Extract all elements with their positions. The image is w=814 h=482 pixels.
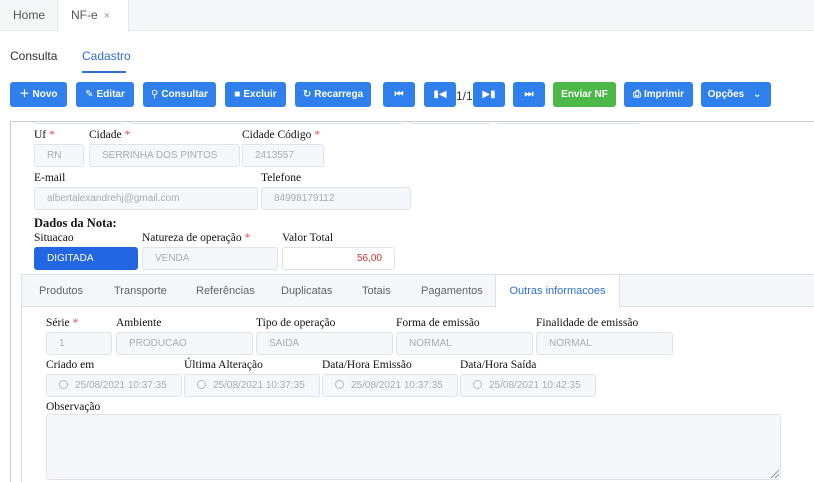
situacao-label: Situacao <box>34 232 74 244</box>
forma-emissao-field[interactable]: NORMAL <box>396 332 533 355</box>
options-button-label: Opções <box>707 89 745 100</box>
scrolled-field-edge <box>495 122 641 124</box>
cidade-label: Cidade * <box>89 129 131 141</box>
ultima-alteracao-value: 25/08/2021 10:37:35 <box>213 380 305 391</box>
detail-tab-strip: Produtos Transporte Referências Duplicat… <box>22 275 814 308</box>
situacao-field[interactable]: DIGITADA <box>34 247 138 270</box>
data-emissao-label: Data/Hora Emissão <box>322 359 412 371</box>
ultima-alteracao-field[interactable]: 25/08/2021 10:37:35 <box>184 374 320 397</box>
print-button[interactable]: ⎙ Imprimir <box>624 82 693 107</box>
data-saida-field[interactable]: 25/08/2021 10:42:35 <box>460 374 596 397</box>
subtab-cadastro[interactable]: Cadastro <box>82 49 131 63</box>
criado-em-value: 25/08/2021 10:37:35 <box>75 380 167 391</box>
tab-pagamentos[interactable]: Pagamentos <box>421 275 483 307</box>
tab-referencias[interactable]: Referências <box>196 275 255 307</box>
resize-handle-icon[interactable] <box>771 470 779 478</box>
tab-transporte[interactable]: Transporte <box>114 275 167 307</box>
tipo-operacao-label: Tipo de operação <box>256 317 336 329</box>
natureza-field[interactable]: VENDA <box>142 247 278 270</box>
serie-label: Série * <box>46 317 79 329</box>
observacao-label: Observação <box>46 401 101 413</box>
top-tab-bar: Home NF-e × <box>0 0 814 32</box>
observacao-textarea[interactable] <box>46 414 781 480</box>
reload-button[interactable]: ↻ Recarrega <box>295 82 371 107</box>
valor-total-label: Valor Total <box>282 232 334 244</box>
pager-indicator: 1/1 <box>456 89 473 103</box>
telefone-label: Telefone <box>261 172 302 184</box>
edit-button-label: Editar <box>96 89 125 100</box>
uf-field[interactable]: RN <box>34 144 84 167</box>
prev-page-button[interactable]: ▮◀ <box>424 82 456 107</box>
ultima-alteracao-label: Última Alteração <box>184 359 263 371</box>
criado-em-field[interactable]: 25/08/2021 10:37:35 <box>46 374 182 397</box>
subtabs: Consulta Cadastro <box>0 31 814 73</box>
scrolled-field-edge <box>129 122 405 124</box>
tab-nfe-label: NF-e <box>71 8 98 22</box>
valor-total-field[interactable]: 56,00 <box>282 247 395 270</box>
criado-em-label: Criado em <box>46 359 95 371</box>
clock-icon <box>473 380 482 389</box>
data-saida-label: Data/Hora Saída <box>460 359 537 371</box>
next-page-icon: ▶▮ <box>482 89 496 100</box>
natureza-label: Natureza de operação * <box>142 232 251 244</box>
trash-icon: ■ <box>234 89 241 100</box>
edit-button[interactable]: ✎ Editar <box>76 82 134 107</box>
printer-icon: ⎙ <box>632 89 641 100</box>
scrolled-field-edge <box>409 122 491 124</box>
last-page-button[interactable]: ⏭ <box>513 82 545 107</box>
data-emissao-value: 25/08/2021 10:37:35 <box>351 380 443 391</box>
first-page-icon: ⏮ <box>394 89 404 100</box>
form-panel: Uf * RN Cidade * SERRINHA DOS PINTOS Cidad… <box>10 121 814 482</box>
clock-icon <box>335 380 344 389</box>
delete-button[interactable]: ■ Excluir <box>225 82 286 107</box>
data-emissao-field[interactable]: 25/08/2021 10:37:35 <box>322 374 458 397</box>
uf-label: Uf * <box>34 129 55 141</box>
tab-duplicatas[interactable]: Duplicatas <box>281 275 332 307</box>
search-icon: ⚲ <box>151 89 159 100</box>
tab-home[interactable]: Home <box>0 0 57 31</box>
tab-outras-informacoes[interactable]: Outras informacoes <box>495 275 620 308</box>
telefone-field[interactable]: 84998179112 <box>261 187 411 210</box>
email-field[interactable]: albertalexandrehj@gmail.com <box>34 187 258 210</box>
email-label: E-mail <box>34 172 66 184</box>
cidade-field[interactable]: SERRINHA DOS PINTOS <box>89 144 240 167</box>
active-subtab-indicator <box>82 71 126 73</box>
scrolled-field-edge <box>33 122 125 124</box>
search-button-label: Consultar <box>161 89 208 100</box>
close-icon[interactable]: × <box>104 10 110 22</box>
new-button[interactable]: ＋ Novo <box>10 82 67 107</box>
clock-icon <box>59 380 68 389</box>
first-page-button[interactable]: ⏮ <box>383 82 415 107</box>
plus-icon: ＋ <box>19 89 30 100</box>
refresh-icon: ↻ <box>302 89 312 100</box>
forma-emissao-label: Forma de emissão <box>396 317 480 329</box>
finalidade-field[interactable]: NORMAL <box>536 332 673 355</box>
prev-page-icon: ▮◀ <box>433 89 447 100</box>
dados-nota-title: Dados da Nota: <box>34 216 117 230</box>
tipo-operacao-field[interactable]: SAIDA <box>256 332 393 355</box>
subtab-consulta[interactable]: Consulta <box>10 49 57 63</box>
new-button-label: Novo <box>32 89 58 100</box>
ambiente-field[interactable]: PRODUCAO <box>116 332 253 355</box>
chevron-down-icon: ⌄ <box>753 89 762 100</box>
edit-icon: ✎ <box>85 89 94 100</box>
delete-button-label: Excluir <box>243 89 277 100</box>
last-page-icon: ⏭ <box>524 89 534 100</box>
data-saida-value: 25/08/2021 10:42:35 <box>489 380 581 391</box>
search-button[interactable]: ⚲ Consultar <box>143 82 216 107</box>
print-button-label: Imprimir <box>643 89 684 100</box>
finalidade-label: Finalidade de emissão <box>536 317 639 329</box>
send-nf-button[interactable]: Enviar NF <box>553 82 616 107</box>
cidade-codigo-label: Cidade Código * <box>242 129 321 141</box>
tab-totais[interactable]: Totais <box>362 275 391 307</box>
serie-field[interactable]: 1 <box>46 332 112 355</box>
tab-produtos[interactable]: Produtos <box>39 275 83 307</box>
tab-nfe[interactable]: NF-e × <box>57 0 129 32</box>
next-page-button[interactable]: ▶▮ <box>473 82 505 107</box>
clock-icon <box>197 380 206 389</box>
reload-button-label: Recarrega <box>314 89 364 100</box>
ambiente-label: Ambiente <box>116 317 162 329</box>
cidade-codigo-field[interactable]: 2413557 <box>242 144 324 167</box>
options-button[interactable]: Opções ⌄ <box>701 82 771 107</box>
